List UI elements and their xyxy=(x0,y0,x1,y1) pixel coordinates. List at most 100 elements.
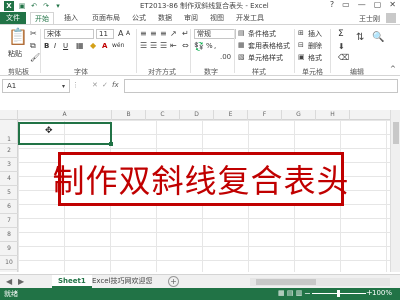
undo-icon[interactable]: ↶ xyxy=(30,2,38,10)
orientation-icon[interactable]: ↗ xyxy=(170,29,177,38)
maximize-icon[interactable]: ▢ xyxy=(374,0,382,9)
align-right-icon[interactable]: ☰ xyxy=(160,41,167,50)
row-header[interactable]: 9 xyxy=(0,242,18,256)
fill-icon[interactable]: ⬇ xyxy=(338,42,345,51)
conditional-format-button[interactable]: 条件格式 xyxy=(248,29,276,39)
sort-filter-icon[interactable]: ⇅ xyxy=(356,33,364,43)
selected-cell-a1[interactable] xyxy=(18,122,113,146)
zoom-out-icon[interactable]: − xyxy=(304,289,311,298)
font-color-button[interactable]: A xyxy=(102,42,107,50)
bold-button[interactable]: B xyxy=(44,42,49,50)
scroll-thumb[interactable] xyxy=(393,122,399,144)
sheet-tab-welcome[interactable]: Excel技巧网欢迎您 xyxy=(86,275,159,288)
borders-icon[interactable]: ▦ xyxy=(76,41,84,50)
row-header[interactable]: 4 xyxy=(0,172,18,186)
select-all-corner[interactable] xyxy=(0,110,18,120)
more-options-icon[interactable]: ⋮ xyxy=(72,81,79,90)
vertical-scrollbar[interactable] xyxy=(390,110,400,272)
avatar[interactable] xyxy=(386,13,396,23)
shrink-font-icon[interactable]: A xyxy=(126,30,130,37)
prev-sheet-icon[interactable]: ◀ xyxy=(6,277,12,286)
tab-view[interactable]: 视图 xyxy=(206,12,228,24)
wrap-text-icon[interactable]: ↵ xyxy=(182,29,189,38)
column-header[interactable]: E xyxy=(214,110,248,120)
accounting-format-icon[interactable]: 💱 xyxy=(194,42,204,51)
row-header[interactable]: 5 xyxy=(0,186,18,200)
tab-insert[interactable]: 插入 xyxy=(60,12,82,24)
tab-file[interactable]: 文件 xyxy=(0,12,26,24)
indent-icon[interactable]: ⇤ xyxy=(170,41,177,50)
copy-icon[interactable]: ⧉ xyxy=(30,41,36,50)
align-center-icon[interactable]: ☰ xyxy=(150,41,157,50)
customize-qat-icon[interactable]: ▾ xyxy=(54,2,62,10)
italic-button[interactable]: I xyxy=(54,42,56,50)
number-format-select[interactable]: 常规 xyxy=(194,29,236,39)
collapse-ribbon-icon[interactable]: ^ xyxy=(390,65,396,74)
column-header[interactable]: C xyxy=(146,110,180,120)
align-bottom-icon[interactable]: ≡ xyxy=(160,29,167,38)
paste-button[interactable]: 粘贴 xyxy=(8,49,22,59)
autosum-button[interactable]: Σ xyxy=(338,29,344,39)
cell-styles-button[interactable]: 单元格样式 xyxy=(248,53,283,63)
cut-icon[interactable]: ✂ xyxy=(30,29,37,38)
decrease-decimal-icon[interactable]: .00 xyxy=(220,53,231,62)
format-painter-icon[interactable]: 🖌 xyxy=(30,53,40,62)
save-icon[interactable]: ▣ xyxy=(18,2,26,10)
close-icon[interactable]: ✕ xyxy=(389,0,396,9)
zoom-slider-knob[interactable] xyxy=(337,290,340,297)
row-header[interactable]: 3 xyxy=(0,158,18,172)
font-name-select[interactable]: 宋体 xyxy=(44,29,94,39)
enter-icon[interactable]: ✓ xyxy=(102,81,108,90)
column-header[interactable]: B xyxy=(112,110,146,120)
row-header[interactable]: 8 xyxy=(0,228,18,242)
tab-formulas[interactable]: 公式 xyxy=(128,12,150,24)
scroll-thumb[interactable] xyxy=(256,279,316,285)
fill-handle[interactable] xyxy=(109,142,113,146)
tab-data[interactable]: 数据 xyxy=(154,12,176,24)
row-header[interactable]: 6 xyxy=(0,200,18,214)
phonetic-button[interactable]: wén xyxy=(112,42,124,49)
ribbon-display-icon[interactable]: ▭ xyxy=(342,0,350,9)
align-left-icon[interactable]: ☰ xyxy=(140,41,147,50)
clear-icon[interactable]: ⌫ xyxy=(338,53,349,62)
tab-developer[interactable]: 开发工具 xyxy=(232,12,268,24)
merge-center-icon[interactable]: ⇔ xyxy=(182,41,189,50)
column-header[interactable]: A xyxy=(18,110,112,120)
row-header[interactable]: 1 xyxy=(0,120,18,144)
tab-review[interactable]: 审阅 xyxy=(180,12,202,24)
column-header[interactable]: G xyxy=(282,110,316,120)
insert-cells-button[interactable]: 插入 xyxy=(308,29,322,39)
row-header[interactable]: 2 xyxy=(0,144,18,158)
find-select-icon[interactable]: 🔍 xyxy=(372,33,384,43)
redo-icon[interactable]: ↷ xyxy=(42,2,50,10)
page-break-view-icon[interactable]: ▥ xyxy=(296,289,303,297)
underline-button[interactable]: U xyxy=(63,42,68,50)
user-name[interactable]: 王士刚 xyxy=(359,14,380,24)
formula-input[interactable] xyxy=(124,79,398,93)
comma-button[interactable]: , xyxy=(214,42,216,50)
paste-icon[interactable]: 📋 xyxy=(8,29,28,45)
next-sheet-icon[interactable]: ▶ xyxy=(18,277,24,286)
format-cells-button[interactable]: 格式 xyxy=(308,53,322,63)
column-header[interactable]: H xyxy=(316,110,350,120)
column-header[interactable]: D xyxy=(180,110,214,120)
font-size-select[interactable]: 11 xyxy=(96,29,114,39)
page-layout-view-icon[interactable]: ▤ xyxy=(287,289,294,297)
row-header[interactable]: 10 xyxy=(0,256,18,270)
format-as-table-button[interactable]: 套用表格格式 xyxy=(248,41,290,51)
cancel-icon[interactable]: ✕ xyxy=(92,81,98,90)
fill-color-icon[interactable]: ◆ xyxy=(90,41,96,50)
name-box-dropdown-icon[interactable]: ▾ xyxy=(62,82,65,91)
zoom-level[interactable]: 100% xyxy=(372,289,392,297)
align-top-icon[interactable]: ≡ xyxy=(140,29,147,38)
name-box[interactable]: A1 xyxy=(2,79,70,93)
percent-button[interactable]: % xyxy=(206,42,213,50)
align-middle-icon[interactable]: ≡ xyxy=(150,29,157,38)
help-icon[interactable]: ? xyxy=(330,0,334,9)
minimize-icon[interactable]: — xyxy=(358,0,366,9)
normal-view-icon[interactable]: ▦ xyxy=(278,289,285,297)
add-sheet-button[interactable]: + xyxy=(168,276,179,287)
delete-cells-button[interactable]: 删除 xyxy=(308,41,322,51)
column-header[interactable]: F xyxy=(248,110,282,120)
insert-function-button[interactable]: fx xyxy=(112,81,119,89)
